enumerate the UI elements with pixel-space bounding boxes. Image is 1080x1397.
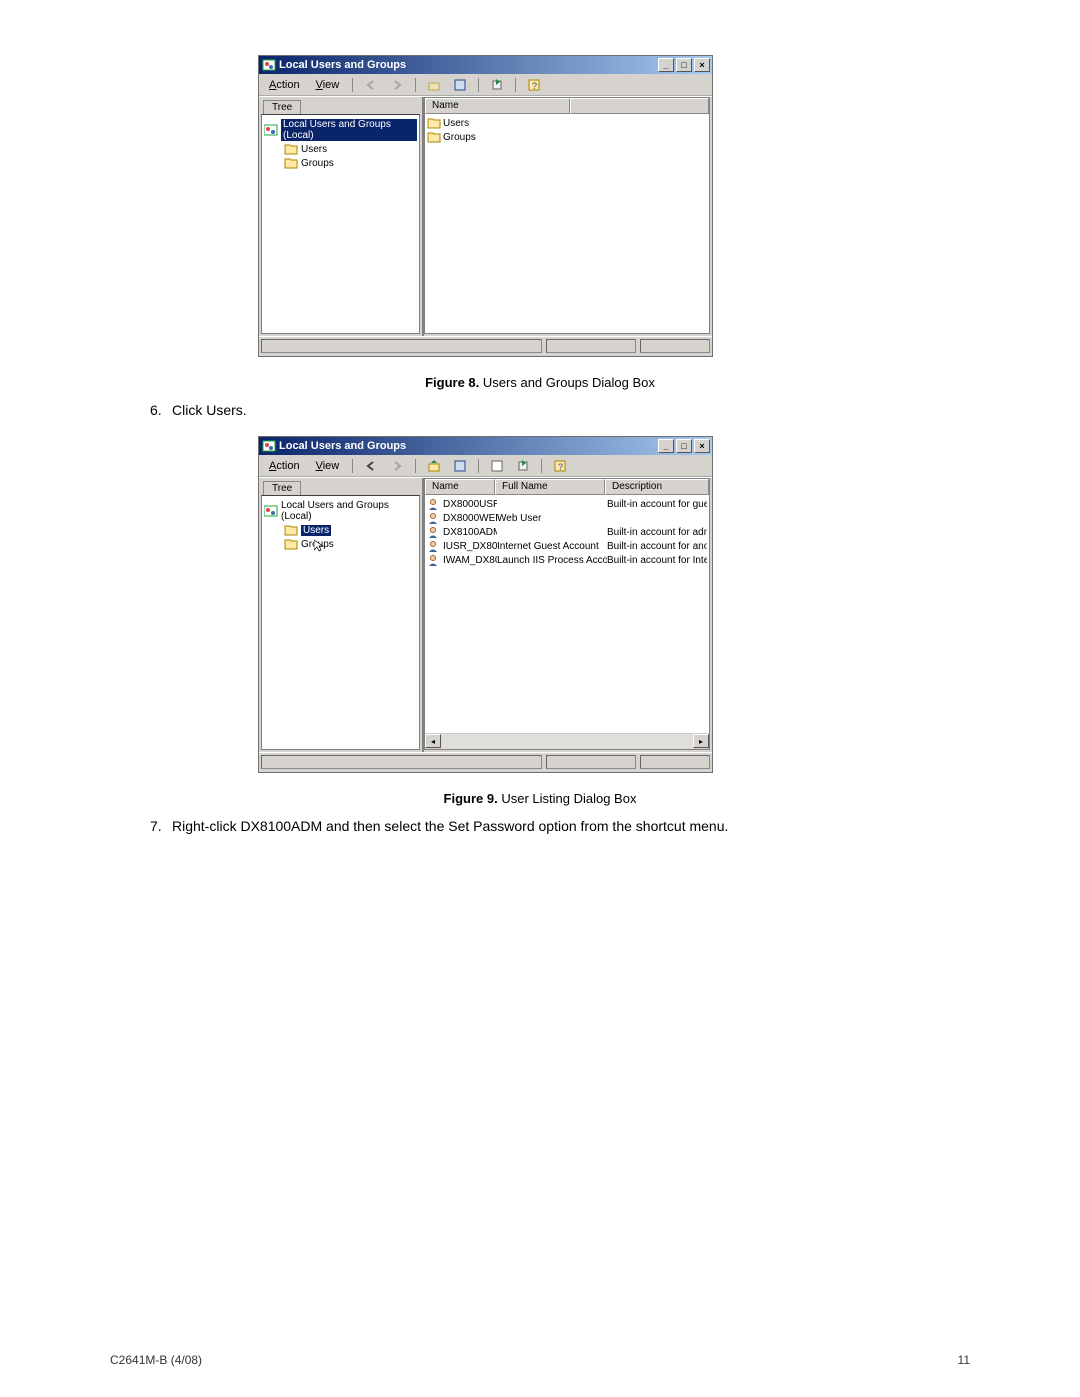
maximize-button[interactable]: □	[676, 58, 692, 72]
cursor-arrow-icon	[314, 540, 324, 555]
column-blank[interactable]	[570, 98, 709, 114]
tree-tab[interactable]: Tree	[263, 100, 301, 114]
horizontal-scrollbar[interactable]: ◂ ▸	[425, 733, 709, 749]
tree-content[interactable]: Local Users and Groups (Local) Users Gro…	[261, 114, 420, 334]
tree-users[interactable]: Users	[264, 523, 417, 537]
user-row[interactable]: DX8100ADMBuilt-in account for admin	[425, 525, 709, 539]
menu-view[interactable]: View	[310, 459, 346, 473]
list-item-users[interactable]: Users	[425, 116, 709, 130]
properties-button[interactable]	[449, 76, 471, 94]
step-6: 6. Click Users.	[150, 402, 970, 418]
help-button[interactable]: ?	[523, 76, 545, 94]
close-button[interactable]: ×	[694, 439, 710, 453]
menu-view[interactable]: View	[310, 78, 346, 92]
properties-button[interactable]	[449, 457, 471, 475]
close-button[interactable]: ×	[694, 58, 710, 72]
menu-action[interactable]: Action	[263, 459, 306, 473]
page-number: 11	[958, 1353, 970, 1367]
mmc-icon	[262, 58, 276, 72]
mmc-icon	[264, 124, 278, 136]
mmc-icon	[262, 439, 276, 453]
page-footer: C2641M-B (4/08) 11	[110, 1353, 970, 1367]
user-icon	[427, 554, 441, 566]
tree-pane: Tree Local Users and Groups (Local) User…	[259, 97, 424, 336]
tree-users[interactable]: Users	[264, 142, 417, 156]
titlebar: Local Users and Groups _ □ ×	[259, 56, 712, 74]
menu-action[interactable]: Action	[263, 78, 306, 92]
list-item-groups[interactable]: Groups	[425, 130, 709, 144]
folder-icon	[284, 157, 298, 169]
column-name[interactable]: Name	[425, 98, 570, 114]
user-row[interactable]: IWAM_DX8000Launch IIS Process AccountBui…	[425, 553, 709, 567]
column-name[interactable]: Name	[425, 479, 495, 495]
folder-icon	[427, 131, 441, 143]
users-groups-dialog-2: Local Users and Groups _ □ × Action View…	[258, 436, 713, 773]
figure9-caption: Figure 9. User Listing Dialog Box	[110, 791, 970, 806]
statusbar	[259, 752, 712, 772]
back-button[interactable]	[360, 457, 382, 475]
tree-groups[interactable]: Groups	[264, 156, 417, 170]
svg-text:?: ?	[558, 462, 563, 472]
statusbar	[259, 336, 712, 356]
window-title: Local Users and Groups	[279, 440, 406, 452]
window-title: Local Users and Groups	[279, 59, 406, 71]
list-pane: Name Users Groups	[424, 97, 710, 334]
step-7: 7. Right-click DX8100ADM and then select…	[150, 818, 970, 834]
maximize-button[interactable]: □	[676, 439, 692, 453]
titlebar: Local Users and Groups _ □ ×	[259, 437, 712, 455]
doc-number: C2641M-B (4/08)	[110, 1353, 202, 1367]
refresh-button[interactable]	[486, 457, 508, 475]
forward-button[interactable]	[386, 76, 408, 94]
user-icon	[427, 498, 441, 510]
tree-root[interactable]: Local Users and Groups (Local)	[264, 118, 417, 142]
back-button[interactable]	[360, 76, 382, 94]
user-icon	[427, 512, 441, 524]
users-groups-dialog-1: Local Users and Groups _ □ × Action View…	[258, 55, 713, 357]
tree-tab[interactable]: Tree	[263, 481, 301, 495]
tree-pane: Tree Local Users and Groups (Local) User…	[259, 478, 424, 752]
export-button[interactable]	[486, 76, 508, 94]
up-button[interactable]	[423, 457, 445, 475]
menubar: Action View ?	[259, 74, 712, 96]
forward-button[interactable]	[386, 457, 408, 475]
help-button[interactable]: ?	[549, 457, 571, 475]
scroll-left-button[interactable]: ◂	[425, 734, 441, 748]
folder-open-icon	[284, 524, 298, 536]
user-icon	[427, 540, 441, 552]
folder-icon	[284, 143, 298, 155]
scroll-right-button[interactable]: ▸	[693, 734, 709, 748]
up-button[interactable]	[423, 76, 445, 94]
user-row[interactable]: DX8000WEBWeb User	[425, 511, 709, 525]
tree-root[interactable]: Local Users and Groups (Local)	[264, 499, 417, 523]
menubar: Action View ?	[259, 455, 712, 477]
user-row[interactable]: IUSR_DX8000Internet Guest AccountBuilt-i…	[425, 539, 709, 553]
figure8-caption: Figure 8. Users and Groups Dialog Box	[110, 375, 970, 390]
minimize-button[interactable]: _	[658, 58, 674, 72]
user-row[interactable]: DX8000USRBuilt-in account for guest	[425, 497, 709, 511]
mmc-icon	[264, 505, 278, 517]
column-description[interactable]: Description	[605, 479, 709, 495]
folder-icon	[284, 538, 298, 550]
user-icon	[427, 526, 441, 538]
tree-content[interactable]: Local Users and Groups (Local) Users Gro…	[261, 495, 420, 750]
list-pane: Name Full Name Description DX8000USRBuil…	[424, 478, 710, 750]
column-fullname[interactable]: Full Name	[495, 479, 605, 495]
tree-groups[interactable]: Groups	[264, 537, 417, 551]
folder-icon	[427, 117, 441, 129]
export-button[interactable]	[512, 457, 534, 475]
minimize-button[interactable]: _	[658, 439, 674, 453]
svg-text:?: ?	[532, 81, 537, 91]
